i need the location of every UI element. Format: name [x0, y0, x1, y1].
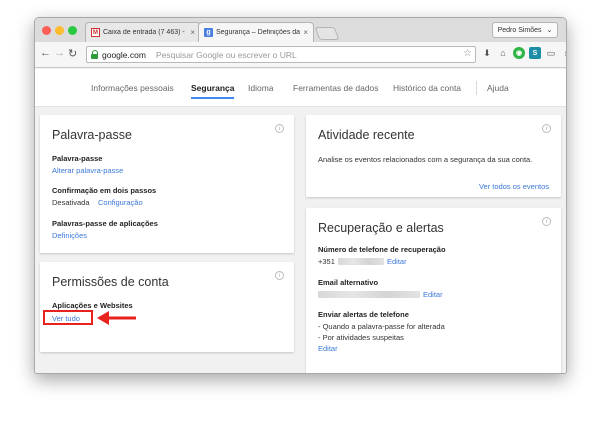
- password-card: Palavra-passe i Palavra-passe Alterar pa…: [40, 115, 294, 253]
- nav-divider: [476, 81, 477, 95]
- permissions-card-title: Permissões de conta: [52, 275, 169, 289]
- address-bar[interactable]: google.com Pesquisar Google ou escrever …: [86, 46, 476, 63]
- extension-icons: ⬇ ⌂ ◉ S ▭ » ≡: [481, 47, 566, 59]
- recovery-phone-label: Número de telefone de recuperação: [318, 245, 446, 254]
- url-text: google.com: [102, 49, 146, 60]
- recovery-alerts-title: Recuperação e alertas: [318, 221, 444, 235]
- two-step-config-link[interactable]: Configuração: [98, 198, 143, 207]
- info-icon[interactable]: i: [542, 124, 551, 133]
- extension-s-icon[interactable]: S: [529, 47, 541, 59]
- edit-alerts-link[interactable]: Editar: [318, 344, 338, 353]
- highlight-box: [43, 310, 93, 325]
- phone-alerts-label: Enviar alertas de telefone: [318, 310, 409, 319]
- recent-activity-title: Atividade recente: [318, 128, 415, 142]
- close-window-button[interactable]: [42, 26, 51, 35]
- tab-security[interactable]: g Segurança – Definições da ×: [198, 22, 314, 42]
- nav-security[interactable]: Segurança: [191, 83, 235, 99]
- bookmark-star-icon[interactable]: ☆: [463, 48, 472, 59]
- info-icon[interactable]: i: [275, 271, 284, 280]
- chevron-down-icon: ⌄: [546, 27, 553, 34]
- tab-strip: M Caixa de entrada (7 463) - p × g Segur…: [35, 18, 566, 42]
- back-arrow-icon[interactable]: ←: [40, 47, 51, 59]
- edit-email-link[interactable]: Editar: [423, 290, 443, 299]
- overflow-chevron-icon[interactable]: »: [561, 47, 566, 59]
- new-tab-button[interactable]: [314, 27, 340, 40]
- nav-personal-info[interactable]: Informações pessoais: [91, 83, 174, 93]
- see-all-events-link[interactable]: Ver todos os eventos: [479, 182, 549, 191]
- permissions-card: Permissões de conta i Aplicações e Websi…: [40, 262, 294, 352]
- close-tab-icon[interactable]: ×: [303, 28, 308, 37]
- home-icon[interactable]: ⌂: [497, 47, 509, 59]
- extension-green-icon[interactable]: ◉: [513, 47, 525, 59]
- page-content: Informações pessoais Segurança Idioma Fe…: [35, 69, 566, 373]
- minimize-window-button[interactable]: [55, 26, 64, 35]
- app-passwords-link[interactable]: Definições: [52, 231, 87, 240]
- change-password-link[interactable]: Alterar palavra-passe: [52, 166, 123, 175]
- info-icon[interactable]: i: [542, 217, 551, 226]
- forward-arrow-icon[interactable]: →: [54, 47, 65, 59]
- reload-icon[interactable]: ↻: [68, 47, 77, 60]
- google-security-icon: g: [204, 28, 213, 37]
- zoom-window-button[interactable]: [68, 26, 77, 35]
- alert-item: - Quando a palavra-passe for alterada: [318, 322, 445, 331]
- address-placeholder: Pesquisar Google ou escrever o URL: [155, 49, 297, 60]
- recovery-alerts-card: Recuperação e alertas i Número de telefo…: [306, 208, 561, 373]
- tab-gmail[interactable]: M Caixa de entrada (7 463) - p ×: [85, 22, 201, 42]
- password-label: Palavra-passe: [52, 154, 103, 163]
- alert-item: - Por atividades suspeitas: [318, 333, 404, 342]
- browser-toolbar: ← → ↻ google.com Pesquisar Google ou esc…: [35, 42, 566, 68]
- nav-data-tools[interactable]: Ferramentas de dados: [293, 83, 379, 93]
- close-tab-icon[interactable]: ×: [190, 28, 195, 37]
- alternate-email-label: Email alternativo: [318, 278, 379, 287]
- profile-button[interactable]: Pedro Simões ⌄: [492, 22, 558, 38]
- info-icon[interactable]: i: [275, 124, 284, 133]
- cast-icon[interactable]: ▭: [545, 47, 557, 59]
- recovery-phone-prefix: +351: [318, 257, 335, 266]
- gmail-icon: M: [91, 28, 100, 37]
- pointer-arrow-icon: [97, 311, 136, 325]
- recent-activity-card: Atividade recente i Analise os eventos r…: [306, 115, 561, 197]
- two-step-status: Desativada: [52, 198, 90, 207]
- redacted-phone: [338, 258, 384, 265]
- download-icon[interactable]: ⬇: [481, 47, 493, 59]
- recent-activity-description: Analise os eventos relacionados com a se…: [318, 155, 533, 164]
- apps-websites-label: Aplicações e Websites: [52, 301, 133, 310]
- password-card-title: Palavra-passe: [52, 128, 132, 142]
- nav-account-history[interactable]: Histórico da conta: [393, 83, 461, 93]
- lock-icon: [91, 50, 99, 59]
- two-step-label: Confirmação em dois passos: [52, 186, 157, 195]
- nav-help[interactable]: Ajuda: [487, 83, 509, 93]
- edit-phone-link[interactable]: Editar: [387, 257, 407, 266]
- account-nav: Informações pessoais Segurança Idioma Fe…: [35, 69, 566, 107]
- app-passwords-label: Palavras-passe de aplicações: [52, 219, 158, 228]
- nav-language[interactable]: Idioma: [248, 83, 274, 93]
- redacted-email: [318, 291, 420, 298]
